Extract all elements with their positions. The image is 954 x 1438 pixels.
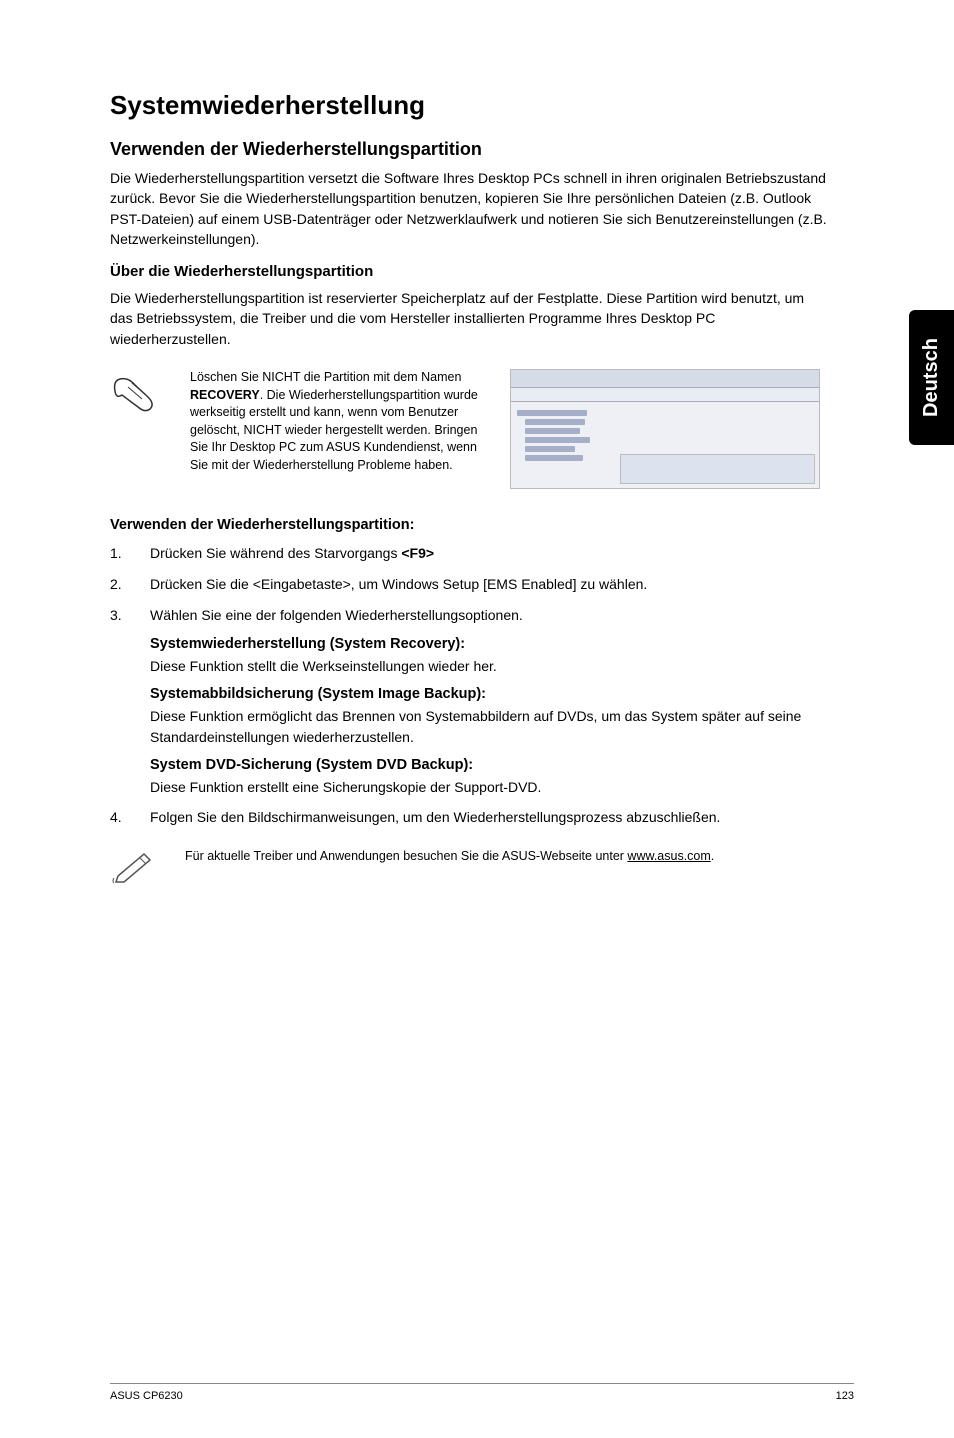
step-3: 3. Wählen Sie eine der folgenden Wiederh… <box>110 605 830 626</box>
section1-paragraph: Die Wiederherstellungspartition versetzt… <box>110 168 830 249</box>
info-note-text: Für aktuelle Treiber und Anwendungen bes… <box>185 848 714 866</box>
section-heading-recovery-partition: Verwenden der Wiederherstellungspartitio… <box>110 139 830 160</box>
sub-paragraph-image-backup: Diese Funktion ermöglicht das Brennen vo… <box>150 706 830 747</box>
sub-heading-image-backup: Systemabbildsicherung (System Image Back… <box>150 686 830 702</box>
sub-paragraph-system-recovery: Diese Funktion stellt die Werkseinstellu… <box>150 656 830 676</box>
step-4: 4. Folgen Sie den Bildschirmanweisungen,… <box>110 807 830 828</box>
warning-note-text: Löschen Sie NICHT die Partition mit dem … <box>190 369 480 474</box>
warning-note-block: Löschen Sie NICHT die Partition mit dem … <box>110 369 830 489</box>
step-1: 1. Drücken Sie während des Starvorgangs … <box>110 543 830 564</box>
language-tab: Deutsch <box>909 310 954 445</box>
steps-list-continued: 4. Folgen Sie den Bildschirmanweisungen,… <box>110 807 830 828</box>
steps-list: 1. Drücken Sie während des Starvorgangs … <box>110 543 830 626</box>
hand-warning-icon <box>110 369 160 414</box>
footer-left: ASUS CP6230 <box>110 1390 183 1402</box>
page-footer: ASUS CP6230 123 <box>110 1383 854 1402</box>
sub-paragraph-dvd-backup: Diese Funktion erstellt eine Sicherungsk… <box>150 777 830 797</box>
screenshot-placeholder <box>510 369 820 489</box>
step-2: 2. Drücken Sie die <Eingabetaste>, um Wi… <box>110 574 830 595</box>
section2-paragraph: Die Wiederherstellungspartition ist rese… <box>110 288 830 349</box>
page-title: Systemwiederherstellung <box>110 90 830 121</box>
footer-page-number: 123 <box>836 1390 854 1402</box>
info-note-block: Für aktuelle Treiber und Anwendungen bes… <box>110 848 830 883</box>
pencil-icon <box>110 848 155 883</box>
sub-heading-dvd-backup: System DVD-Sicherung (System DVD Backup)… <box>150 757 830 773</box>
section-heading-about-partition: Über die Wiederherstellungspartition <box>110 263 830 280</box>
steps-heading: Verwenden der Wiederherstellungspartitio… <box>110 517 830 533</box>
sub-heading-system-recovery: Systemwiederherstellung (System Recovery… <box>150 636 830 652</box>
